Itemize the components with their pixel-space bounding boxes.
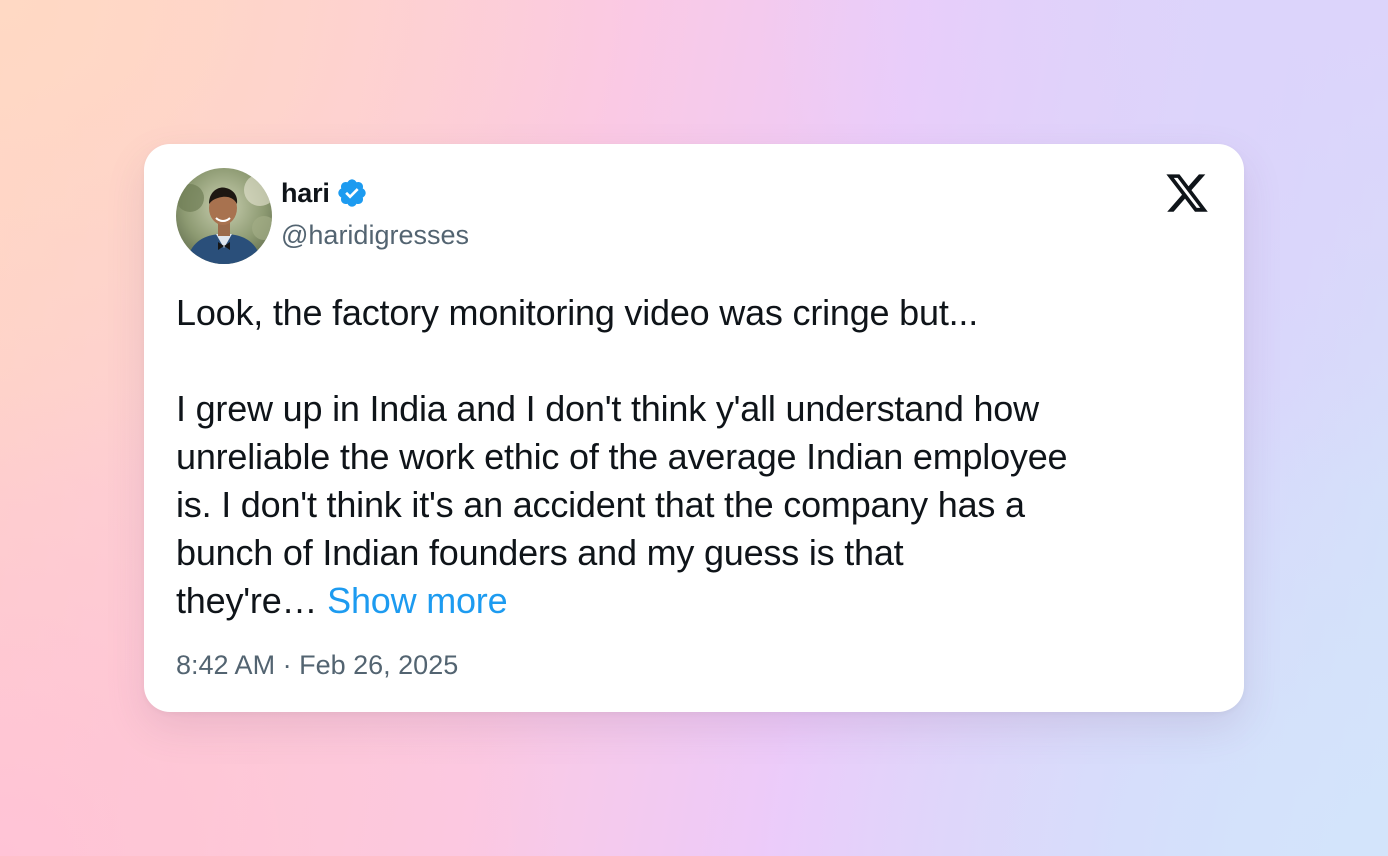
tweet-text-line: unreliable the work ethic of the average… (176, 436, 1068, 477)
tweet-text-line: bunch of Indian founders and my guess is… (176, 532, 904, 573)
tweet-text-line: I grew up in India and I don't think y'a… (176, 388, 1039, 429)
tweet-text-last-line: they're… Show more (176, 577, 1216, 625)
tweet-card: hari @haridigresses Look, the factory mo… (144, 144, 1244, 712)
tweet-body: Look, the factory monitoring video was c… (176, 289, 1216, 625)
display-name[interactable]: hari (281, 178, 330, 209)
tweet-text-line: Look, the factory monitoring video was c… (176, 292, 979, 333)
tweet-date: Feb 26, 2025 (299, 650, 459, 680)
show-more-link[interactable]: Show more (327, 580, 507, 621)
timestamp-separator: · (282, 650, 292, 680)
avatar-image (176, 168, 272, 264)
tweet-text-truncated: they're… (176, 580, 318, 621)
x-logo-icon[interactable] (1164, 170, 1210, 216)
tweet-time: 8:42 AM (176, 650, 276, 680)
avatar[interactable] (176, 168, 272, 264)
tweet-timestamp[interactable]: 8:42 AM · Feb 26, 2025 (176, 650, 458, 681)
verified-badge-icon (336, 177, 368, 209)
author-name-row[interactable]: hari (281, 176, 368, 210)
author-handle[interactable]: @haridigresses (281, 220, 469, 251)
tweet-text-line: is. I don't think it's an accident that … (176, 484, 1025, 525)
